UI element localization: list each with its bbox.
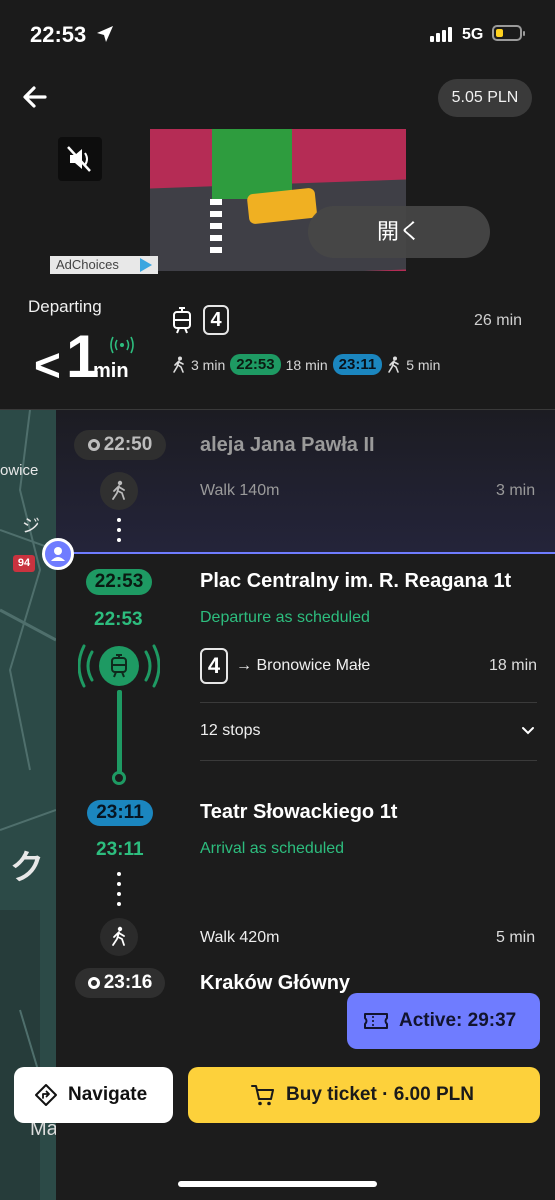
separator [200,760,537,761]
route-end-dot [112,771,126,785]
expand-stops-button[interactable] [520,723,536,744]
tram-stop-icon [99,646,139,686]
adchoices-label[interactable]: AdChoices [50,256,158,274]
speaker-muted-icon [67,146,91,172]
adchoices-icon [140,258,152,272]
panel-divider [0,409,555,410]
walk-icon [100,918,138,956]
walk-time-1: 3 min [496,482,536,499]
end-time: 23:16 [103,972,153,993]
active-ticket-label: Active: 29:37 [399,1010,517,1031]
board-line-badge: 4 [200,648,228,684]
buy-ticket-button[interactable]: Buy ticket · 6.00 PLN [188,1067,540,1123]
status-time: 22:53 [30,22,87,47]
trip-legs-summary: 3 min 22:53 18 min 23:11 5 min [172,354,440,375]
navigate-label: Navigate [68,1084,148,1105]
map-label-city: ク [10,849,44,887]
signal-icon [430,27,452,42]
ride-duration-detail: 18 min [489,657,538,674]
end-stop-name[interactable]: Kraków Główny [200,972,350,995]
road-number-badge: 94 [13,555,35,572]
walk-duration-1: 3 min [191,356,226,373]
location-arrow-icon [96,25,114,48]
price-badge[interactable]: 5.05 PLN [438,79,532,117]
tram-icon [172,306,192,339]
tram-line-badge: 4 [203,305,229,335]
walk-distance-1: Walk 140m [200,482,280,499]
home-indicator[interactable] [178,1181,377,1187]
realtime-signal-icon [110,336,134,359]
mute-button[interactable] [58,137,102,181]
alight-realtime: 23:11 [96,839,144,860]
stops-count[interactable]: 12 stops [200,722,260,740]
chevron-down-icon [522,727,534,735]
ride-duration: 18 min [285,356,328,373]
map-label-jp: ジ [22,516,40,536]
navigate-button[interactable]: Navigate [14,1067,173,1123]
battery-icon [492,25,525,41]
user-location-icon [42,538,74,570]
alight-status: Arrival as scheduled [200,840,345,857]
departure-arrow: < [34,339,61,391]
end-time-pill: 23:16 [75,968,165,998]
start-stop-name[interactable]: aleja Jana Pawła II [200,434,375,457]
board-realtime: 22:53 [94,609,143,630]
adchoices-text: AdChoices [56,257,119,272]
departure-unit: min [93,360,129,382]
walk-icon [173,356,184,373]
arrival-time-badge: 23:11 [332,354,383,375]
origin-dot-icon [87,439,100,451]
walk-time-2: 5 min [496,929,536,946]
buy-ticket-label: Buy ticket · 6.00 PLN [286,1084,474,1105]
back-arrow-icon [23,86,47,108]
walk-dots [117,518,121,548]
board-direction: → Bronowice Małe [236,657,371,674]
walk-icon [388,356,399,373]
network-type: 5G [462,26,484,43]
map-label-area: owice [0,462,39,479]
start-time-pill: 22:50 [74,430,166,460]
ad-open-button[interactable]: 開く [308,206,490,258]
cart-icon [251,1085,274,1106]
navigate-icon [35,1084,57,1106]
board-time-pill: 22:53 [86,569,152,595]
walk-dots [117,872,121,912]
route-line [117,690,122,778]
board-stop-name[interactable]: Plac Centralny im. R. Reagana 1t [200,570,511,593]
walk-distance-2: Walk 420m [200,929,280,946]
start-time: 22:50 [103,434,153,455]
board-status: Departure as scheduled [200,609,370,626]
back-button[interactable] [18,80,52,114]
departure-time-badge: 22:53 [230,354,281,375]
destination-dot-icon [87,977,100,989]
separator [200,702,537,703]
walk-duration-2: 5 min [406,356,441,373]
alight-time-pill: 23:11 [87,800,153,826]
alight-stop-name[interactable]: Teatr Słowackiego 1t [200,801,397,824]
active-ticket-button[interactable]: Active: 29:37 [347,993,540,1049]
walk-icon [100,472,138,510]
current-position-line [62,552,555,554]
ticket-icon [364,1013,388,1029]
trip-duration: 26 min [474,312,523,329]
departing-label: Departing [28,297,102,316]
